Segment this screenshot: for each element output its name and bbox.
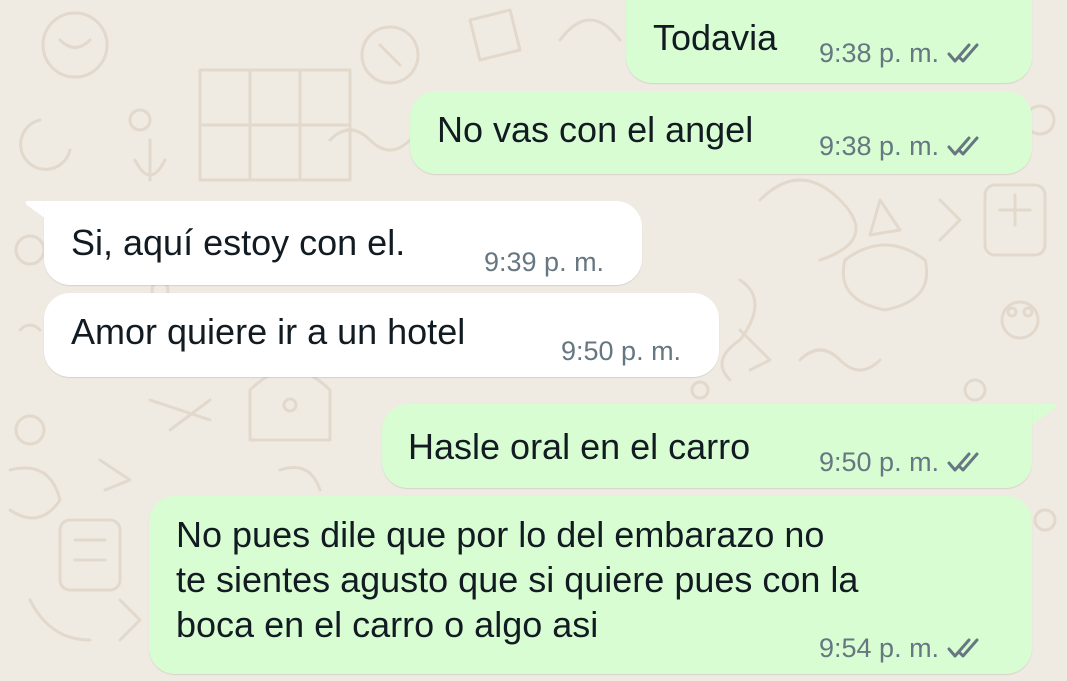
message-bubble-outgoing[interactable]: Hasle oral en el carro 9:50 p. m.: [382, 404, 1032, 488]
message-time: 9:54 p. m.: [819, 633, 940, 663]
message-bubble-outgoing[interactable]: No vas con el angel 9:38 p. m.: [410, 91, 1032, 174]
message-meta: 9:39 p. m.: [484, 247, 604, 277]
message-bubble-outgoing[interactable]: Todavia 9:38 p. m.: [626, 0, 1032, 83]
message-time: 9:38 p. m.: [819, 131, 940, 161]
message-time: 9:38 p. m.: [819, 38, 940, 68]
message-meta: 9:50 p. m.: [819, 447, 981, 477]
double-check-icon: [947, 452, 979, 472]
message-meta: 9:38 p. m.: [819, 38, 981, 68]
message-bubble-incoming[interactable]: Amor quiere ir a un hotel 9:50 p. m.: [44, 293, 719, 377]
message-time: 9:39 p. m.: [484, 247, 605, 277]
double-check-icon: [947, 136, 979, 156]
message-bubble-incoming[interactable]: Si, aquí estoy con el. 9:39 p. m.: [44, 201, 642, 285]
message-text: No pues dile que por lo del embarazo no …: [176, 514, 859, 645]
message-meta: 9:38 p. m.: [819, 131, 981, 161]
message-text: Amor quiere ir a un hotel: [71, 311, 466, 352]
message-text: Hasle oral en el carro: [408, 426, 751, 467]
bubble-tail: [1028, 404, 1057, 428]
message-text: Si, aquí estoy con el.: [71, 222, 406, 263]
message-text: No vas con el angel: [437, 109, 754, 150]
message-time: 9:50 p. m.: [561, 336, 682, 366]
message-meta: 9:50 p. m.: [561, 336, 681, 366]
message-meta: 9:54 p. m.: [819, 633, 981, 663]
double-check-icon: [947, 638, 979, 658]
message-time: 9:50 p. m.: [819, 447, 940, 477]
message-bubble-outgoing[interactable]: No pues dile que por lo del embarazo no …: [149, 496, 1032, 674]
double-check-icon: [947, 43, 979, 63]
message-text: Todavia: [653, 17, 778, 58]
